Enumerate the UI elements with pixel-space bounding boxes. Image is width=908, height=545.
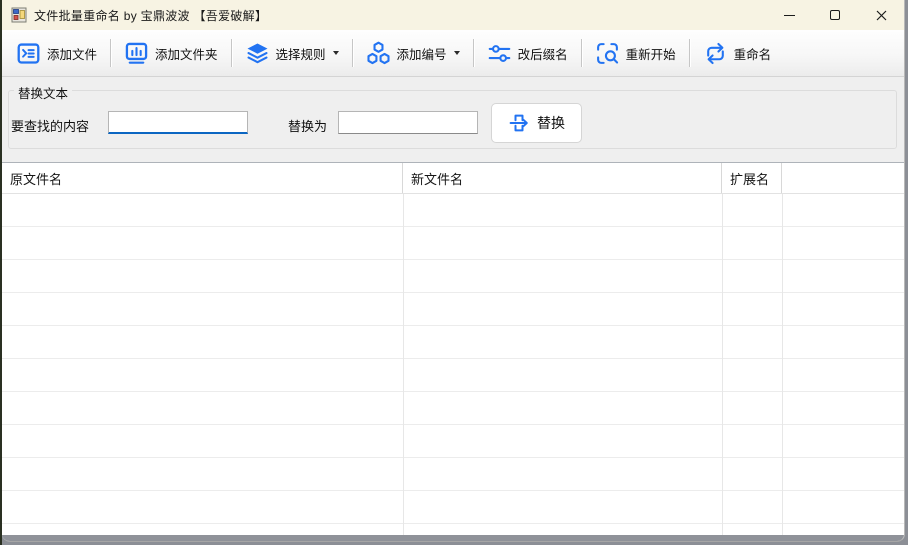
restart-scan-icon bbox=[595, 41, 620, 66]
toolbar-separator bbox=[231, 39, 232, 67]
window-title: 文件批量重命名 by 宝鼎波波 【吾爱破解】 bbox=[34, 7, 267, 24]
app-form-icon bbox=[11, 7, 27, 23]
replace-arrow-icon bbox=[508, 111, 532, 135]
close-button[interactable] bbox=[858, 0, 904, 30]
grid-vertical-line bbox=[722, 194, 723, 535]
maximize-button[interactable] bbox=[812, 0, 858, 30]
dropdown-arrow-icon[interactable] bbox=[454, 51, 460, 55]
add-folder-label: 添加文件夹 bbox=[155, 44, 218, 63]
add-number-button[interactable]: 添加编号 bbox=[357, 34, 469, 72]
grid-vertical-line bbox=[782, 194, 783, 535]
replace-panel: 替换文本 要查找的内容 替换为 替换 bbox=[2, 77, 904, 162]
column-header-original-name[interactable]: 原文件名 bbox=[2, 163, 403, 193]
replace-with-label: 替换为 bbox=[288, 116, 327, 135]
caption-controls bbox=[766, 0, 904, 30]
restart-button[interactable]: 重新开始 bbox=[586, 34, 685, 72]
titlebar[interactable]: 文件批量重命名 by 宝鼎波波 【吾爱破解】 bbox=[2, 0, 904, 30]
replace-button[interactable]: 替换 bbox=[491, 103, 582, 143]
rename-label: 重命名 bbox=[734, 44, 772, 63]
replace-button-label: 替换 bbox=[537, 113, 565, 133]
minimize-icon bbox=[784, 15, 795, 16]
select-rule-label: 选择规则 bbox=[276, 44, 326, 63]
window-resize-strip[interactable] bbox=[2, 535, 904, 541]
file-list-header: 原文件名 新文件名 扩展名 bbox=[2, 163, 904, 194]
add-files-button[interactable]: 添加文件 bbox=[7, 34, 106, 72]
add-folder-icon bbox=[124, 41, 149, 66]
close-icon bbox=[876, 10, 887, 21]
file-list: 原文件名 新文件名 扩展名 bbox=[2, 162, 904, 535]
select-rule-button[interactable]: 选择规则 bbox=[236, 34, 348, 72]
add-file-icon bbox=[16, 41, 41, 66]
replace-group-title: 替换文本 bbox=[14, 83, 72, 102]
replace-with-input[interactable] bbox=[338, 111, 478, 134]
desktop-edge bbox=[0, 0, 2, 545]
restart-label: 重新开始 bbox=[626, 44, 676, 63]
grid-vertical-line bbox=[403, 194, 404, 535]
find-input[interactable] bbox=[108, 111, 248, 134]
toolbar-separator bbox=[110, 39, 111, 67]
column-header-filler bbox=[782, 163, 904, 193]
column-header-label: 新文件名 bbox=[411, 169, 463, 188]
dropdown-arrow-icon[interactable] bbox=[333, 51, 339, 55]
rename-button[interactable]: 重命名 bbox=[694, 34, 781, 72]
rename-cycle-icon bbox=[703, 41, 728, 66]
column-header-label: 扩展名 bbox=[730, 169, 769, 188]
column-header-extension[interactable]: 扩展名 bbox=[722, 163, 782, 193]
column-header-label: 原文件名 bbox=[10, 169, 62, 188]
add-files-label: 添加文件 bbox=[47, 44, 97, 63]
add-number-label: 添加编号 bbox=[397, 44, 447, 63]
add-folder-button[interactable]: 添加文件夹 bbox=[115, 34, 227, 72]
add-number-icon bbox=[366, 41, 391, 66]
rules-layers-icon bbox=[245, 41, 270, 66]
change-extension-icon bbox=[487, 41, 512, 66]
toolbar-separator bbox=[473, 39, 474, 67]
toolbar: 添加文件 添加文件夹 选择规则 bbox=[2, 30, 904, 77]
toolbar-separator bbox=[689, 39, 690, 67]
column-header-new-name[interactable]: 新文件名 bbox=[403, 163, 722, 193]
app-window: 文件批量重命名 by 宝鼎波波 【吾爱破解】 bbox=[2, 0, 905, 542]
file-list-body[interactable] bbox=[2, 194, 904, 535]
toolbar-separator bbox=[352, 39, 353, 67]
find-label: 要查找的内容 bbox=[11, 116, 89, 135]
toolbar-separator bbox=[581, 39, 582, 67]
change-extension-button[interactable]: 改后缀名 bbox=[478, 34, 577, 72]
minimize-button[interactable] bbox=[766, 0, 812, 30]
maximize-icon bbox=[830, 10, 840, 20]
change-extension-label: 改后缀名 bbox=[518, 44, 568, 63]
